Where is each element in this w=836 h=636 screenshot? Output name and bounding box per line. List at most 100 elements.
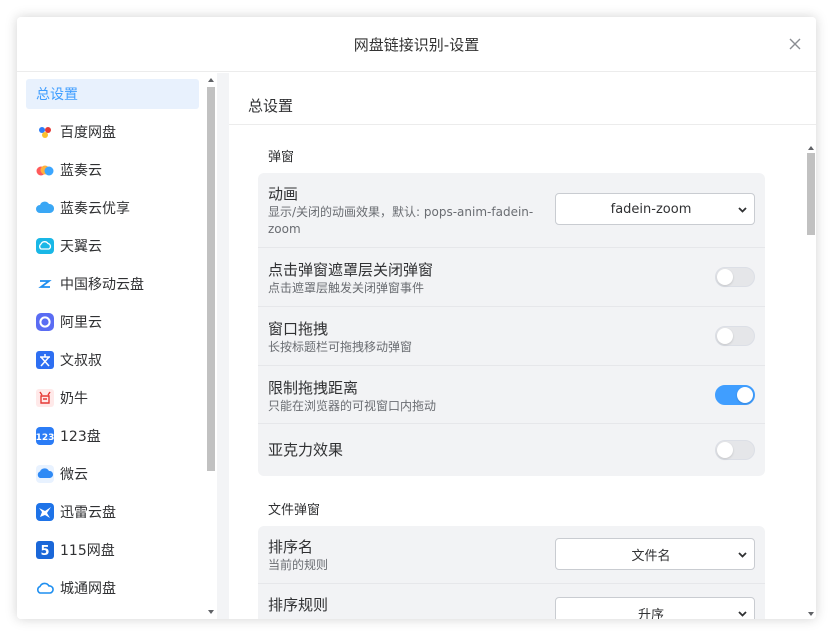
setting-description: 当前的规则 xyxy=(268,558,329,572)
lanzou-icon xyxy=(36,161,54,179)
sidebar-scroll-thumb[interactable] xyxy=(207,87,215,471)
sidebar-item-label: 微云 xyxy=(60,467,88,483)
sidebar-item-lanzou-youxiang[interactable]: 蓝奏云优享 xyxy=(26,193,199,223)
setting-row-acrylic: 亚克力效果 xyxy=(258,424,765,476)
sidebar-item-xunlei[interactable]: 迅雷云盘 xyxy=(26,497,199,527)
nainiu-icon xyxy=(36,389,54,407)
section-title-popup: 弹窗 xyxy=(268,150,295,165)
pan115-icon: 5 xyxy=(36,541,54,559)
sidebar-list: 总设置 百度网盘 蓝奏云 蓝奏云优享 天翼云 中国移动云盘 阿里云 文叔叔 奶牛… xyxy=(26,79,199,611)
sidebar-item-chengtong[interactable]: 城通网盘 xyxy=(26,573,199,603)
lanzou-youxiang-icon xyxy=(36,199,54,217)
drag-toggle[interactable] xyxy=(715,326,755,346)
sidebar-item-label: 蓝奏云 xyxy=(60,163,102,179)
baidu-icon xyxy=(36,123,54,141)
setting-label: 排序名 xyxy=(268,538,314,556)
sort-rule-select[interactable]: 升序 xyxy=(555,597,755,619)
dialog-header: 网盘链接识别-设置 xyxy=(17,17,816,72)
xunlei-icon xyxy=(36,503,54,521)
limit-drag-toggle[interactable] xyxy=(715,385,755,405)
sidebar-item-nainiu[interactable]: 奶牛 xyxy=(26,383,199,413)
section-title-file-popup: 文件弹窗 xyxy=(268,503,321,518)
select-value: fadein-zoom xyxy=(610,201,692,217)
sidebar-item-label: 中国移动云盘 xyxy=(60,277,144,293)
setting-row-sort-rule: 排序规则 升序 xyxy=(258,584,765,619)
sidebar-item-tianyi[interactable]: 天翼云 xyxy=(26,231,199,261)
chevron-down-icon xyxy=(738,552,747,558)
chevron-down-icon xyxy=(738,611,747,617)
scroll-down-icon[interactable] xyxy=(807,610,815,618)
content-scrollbar[interactable] xyxy=(806,143,816,619)
settings-content: 弹窗 动画 显示/关闭的动画效果，默认: pops-anim-fadein-zo… xyxy=(229,125,804,619)
setting-label: 动画 xyxy=(268,185,299,203)
close-icon xyxy=(789,38,801,50)
sidebar-item-wenshushu[interactable]: 文叔叔 xyxy=(26,345,199,375)
sidebar-item-label: 115网盘 xyxy=(60,543,115,559)
scroll-down-icon[interactable] xyxy=(207,608,215,616)
close-button[interactable] xyxy=(788,37,802,51)
sidebar-item-label: 文叔叔 xyxy=(60,353,102,369)
sidebar-item-label: 123盘 xyxy=(60,429,101,445)
dialog-title: 网盘链接识别-设置 xyxy=(353,35,480,54)
sidebar-item-label: 城通网盘 xyxy=(60,581,116,597)
china-mobile-icon xyxy=(36,275,54,293)
settings-dialog: 网盘链接识别-设置 总设置 百度网盘 蓝奏云 蓝奏云优享 天翼云 中国移动云盘 … xyxy=(17,17,816,619)
main-panel: 总设置 弹窗 动画 显示/关闭的动画效果，默认: pops-anim-fadei… xyxy=(229,73,816,619)
mask-close-toggle[interactable] xyxy=(715,267,755,287)
scroll-up-icon[interactable] xyxy=(807,144,815,152)
setting-label: 排序规则 xyxy=(268,596,329,614)
setting-label: 亚克力效果 xyxy=(268,441,344,459)
panel-divider xyxy=(217,73,229,619)
chevron-down-icon xyxy=(738,207,747,213)
weiyun-icon xyxy=(36,465,54,483)
svg-text:123: 123 xyxy=(36,433,54,443)
select-value: 升序 xyxy=(637,607,664,620)
settings-group-popup: 动画 显示/关闭的动画效果，默认: pops-anim-fadein-zoom … xyxy=(258,173,765,476)
toggle-knob xyxy=(717,328,733,344)
toggle-knob xyxy=(717,442,733,458)
page-title: 总设置 xyxy=(248,97,294,115)
setting-row-limit-drag: 限制拖拽距离 只能在浏览器的可视窗口内拖动 xyxy=(258,366,765,424)
sidebar-item-label: 奶牛 xyxy=(60,391,88,407)
sidebar-item-label: 阿里云 xyxy=(60,315,102,331)
setting-row-drag: 窗口拖拽 长按标题栏可拖拽移动弹窗 xyxy=(258,307,765,366)
sidebar-item-general[interactable]: 总设置 xyxy=(26,79,199,109)
toggle-knob xyxy=(717,269,733,285)
setting-description: 只能在浏览器的可视窗口内拖动 xyxy=(268,399,437,413)
sidebar: 总设置 百度网盘 蓝奏云 蓝奏云优享 天翼云 中国移动云盘 阿里云 文叔叔 奶牛… xyxy=(17,73,217,619)
setting-label: 点击弹窗遮罩层关闭弹窗 xyxy=(268,261,434,279)
sidebar-item-baidu[interactable]: 百度网盘 xyxy=(26,117,199,147)
sidebar-item-lanzou[interactable]: 蓝奏云 xyxy=(26,155,199,185)
setting-description: 显示/关闭的动画效果，默认: pops-anim-fadein-zoom xyxy=(268,205,534,236)
sidebar-item-aliyun[interactable]: 阿里云 xyxy=(26,307,199,337)
pan123-icon: 123 xyxy=(36,427,54,445)
settings-group-file-popup: 排序名 当前的规则 文件名 排序规则 升序 xyxy=(258,526,765,619)
scroll-up-icon[interactable] xyxy=(207,76,215,84)
sidebar-item-weiyun[interactable]: 微云 xyxy=(26,459,199,489)
toggle-knob xyxy=(737,387,753,403)
setting-description: 长按标题栏可拖拽移动弹窗 xyxy=(268,340,413,354)
sidebar-item-label: 蓝奏云优享 xyxy=(60,201,130,217)
setting-row-mask-close: 点击弹窗遮罩层关闭弹窗 点击遮罩层触发关闭弹窗事件 xyxy=(258,248,765,307)
sidebar-item-label: 天翼云 xyxy=(60,239,102,255)
chengtong-icon xyxy=(36,579,54,597)
sidebar-item-label: 总设置 xyxy=(36,87,78,103)
aliyun-icon xyxy=(36,313,54,331)
sidebar-item-pan115[interactable]: 5 115网盘 xyxy=(26,535,199,565)
sort-name-select[interactable]: 文件名 xyxy=(555,538,755,570)
animation-select[interactable]: fadein-zoom xyxy=(555,193,755,225)
sidebar-item-label: 迅雷云盘 xyxy=(60,505,116,521)
setting-label: 限制拖拽距离 xyxy=(268,379,359,397)
sidebar-item-china-mobile[interactable]: 中国移动云盘 xyxy=(26,269,199,299)
content-scroll-thumb[interactable] xyxy=(807,153,815,235)
sidebar-item-pan123[interactable]: 123 123盘 xyxy=(26,421,199,451)
acrylic-toggle[interactable] xyxy=(715,440,755,460)
setting-description: 点击遮罩层触发关闭弹窗事件 xyxy=(268,281,425,295)
sidebar-scrollbar[interactable] xyxy=(206,73,216,619)
tianyi-icon xyxy=(36,237,54,255)
setting-label: 窗口拖拽 xyxy=(268,320,329,338)
svg-text:5: 5 xyxy=(40,544,49,559)
select-value: 文件名 xyxy=(631,548,671,564)
wenshushu-icon xyxy=(36,351,54,369)
setting-row-animation: 动画 显示/关闭的动画效果，默认: pops-anim-fadein-zoom … xyxy=(258,173,765,248)
